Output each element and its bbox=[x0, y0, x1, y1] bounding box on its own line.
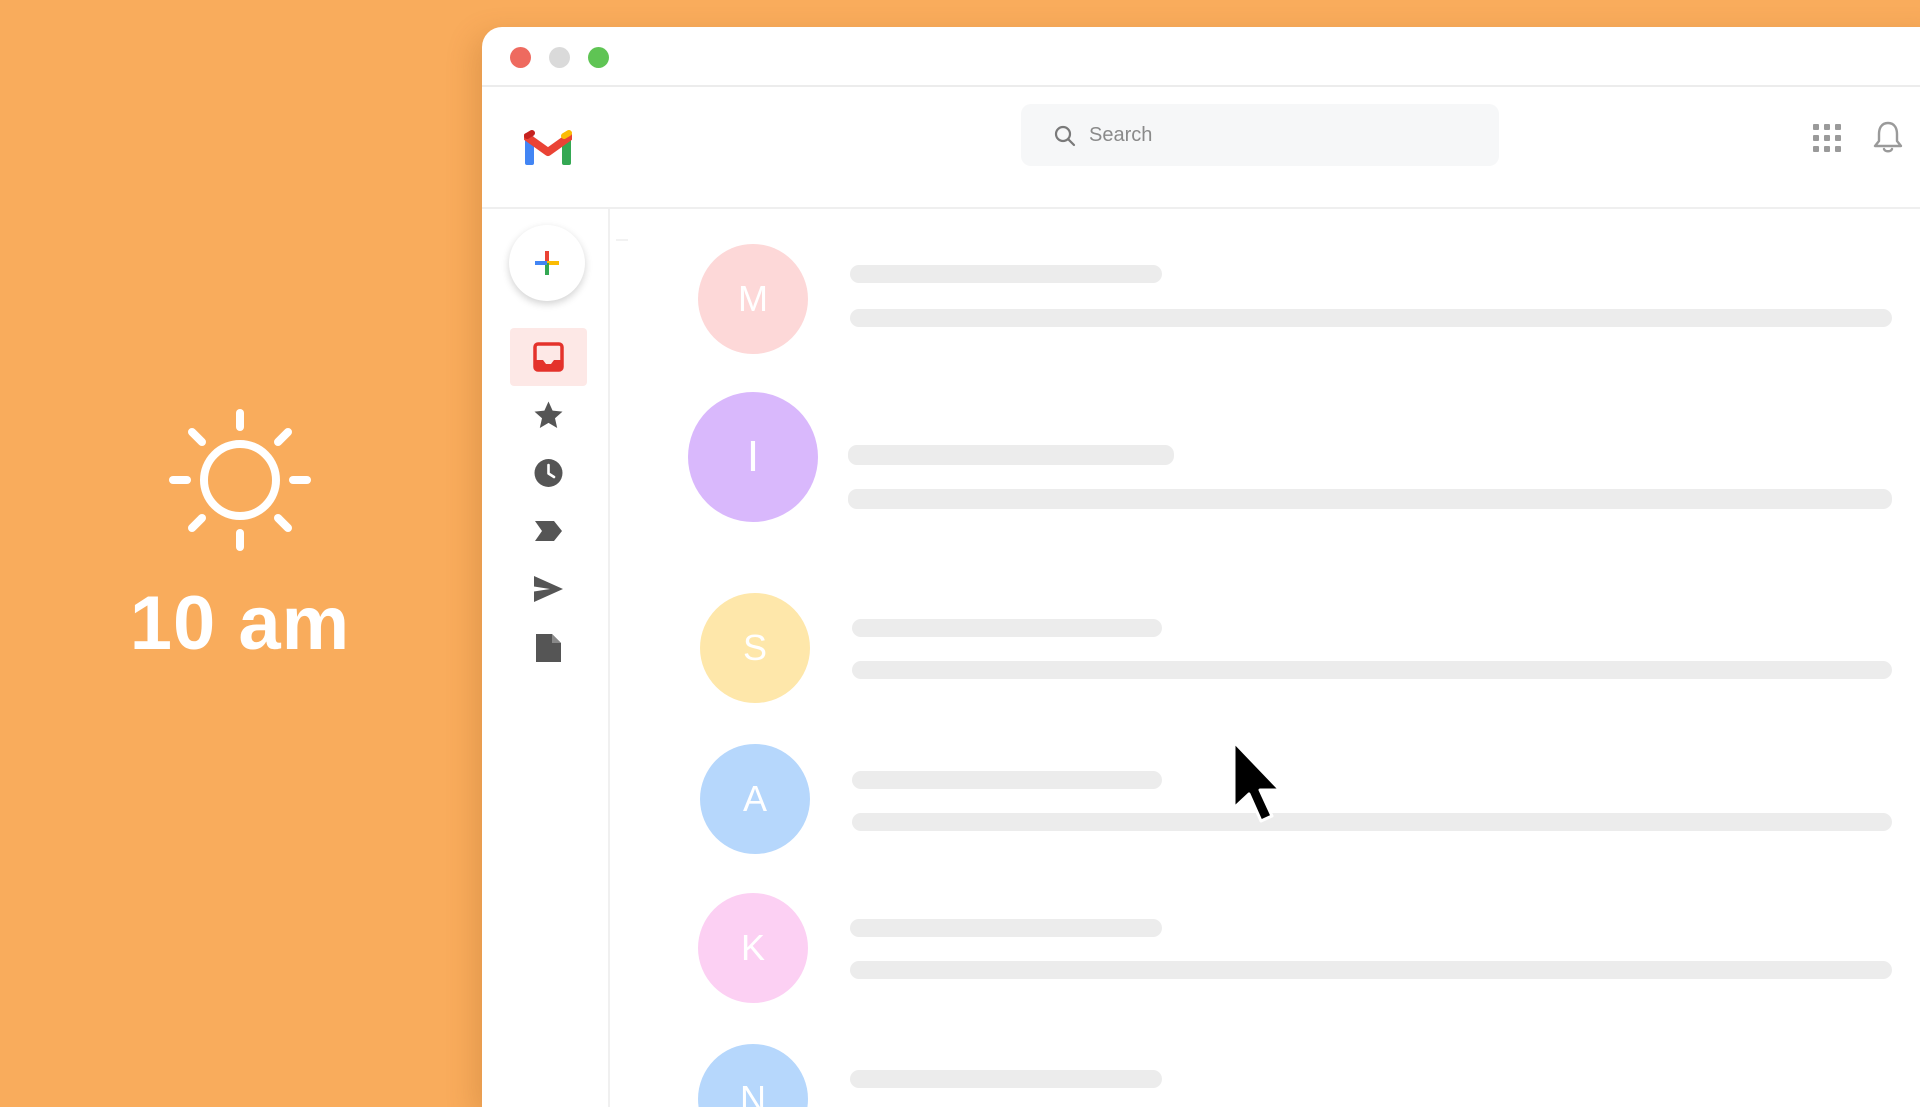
email-row[interactable]: I bbox=[610, 377, 1920, 522]
plus-icon bbox=[535, 251, 559, 275]
avatar: M bbox=[698, 244, 808, 354]
window-titlebar bbox=[482, 27, 1920, 87]
compose-button[interactable] bbox=[509, 225, 585, 301]
minimize-window-button[interactable] bbox=[549, 47, 570, 68]
email-sender-placeholder bbox=[848, 445, 1174, 465]
sidebar-item-drafts[interactable] bbox=[510, 618, 587, 676]
maximize-window-button[interactable] bbox=[588, 47, 609, 68]
email-preview-placeholder bbox=[850, 309, 1892, 327]
gmail-logo[interactable] bbox=[524, 130, 572, 166]
email-list: M I S A K N bbox=[610, 209, 1920, 1107]
inbox-icon bbox=[533, 342, 564, 372]
email-row[interactable]: S bbox=[610, 567, 1920, 707]
sidebar-item-inbox[interactable] bbox=[510, 328, 587, 386]
sidebar-item-starred[interactable] bbox=[510, 386, 587, 444]
email-sender-placeholder bbox=[850, 919, 1162, 937]
email-preview-placeholder bbox=[852, 661, 1892, 679]
email-sender-placeholder bbox=[850, 265, 1162, 283]
search-icon bbox=[1054, 125, 1076, 147]
email-row[interactable]: M bbox=[610, 227, 1920, 367]
close-window-button[interactable] bbox=[510, 47, 531, 68]
email-row[interactable]: N bbox=[610, 1017, 1920, 1107]
avatar: A bbox=[700, 744, 810, 854]
avatar: N bbox=[698, 1044, 808, 1107]
avatar: I bbox=[688, 392, 818, 522]
apps-grid-icon[interactable] bbox=[1812, 123, 1842, 153]
star-icon bbox=[534, 401, 563, 428]
sidebar-item-important[interactable] bbox=[510, 502, 587, 560]
avatar: K bbox=[698, 893, 808, 1003]
email-row[interactable]: K bbox=[610, 867, 1920, 1007]
app-header: Search bbox=[482, 87, 1920, 209]
avatar: S bbox=[700, 593, 810, 703]
sidebar bbox=[482, 209, 610, 1107]
app-window: Search M I S A K N bbox=[482, 27, 1920, 1107]
sun-icon bbox=[169, 409, 311, 551]
mouse-cursor-icon bbox=[1232, 740, 1282, 823]
sidebar-item-snoozed[interactable] bbox=[510, 444, 587, 502]
time-label: 10 am bbox=[129, 581, 351, 666]
sidebar-item-sent[interactable] bbox=[510, 560, 587, 618]
bell-icon[interactable] bbox=[1872, 120, 1904, 154]
email-sender-placeholder bbox=[850, 1070, 1162, 1088]
email-preview-placeholder bbox=[852, 813, 1892, 831]
time-panel: 10 am bbox=[0, 0, 480, 1080]
label-icon bbox=[535, 521, 562, 541]
email-sender-placeholder bbox=[852, 771, 1162, 789]
document-icon bbox=[536, 634, 561, 662]
email-preview-placeholder bbox=[848, 489, 1892, 509]
clock-icon bbox=[534, 459, 563, 487]
search-input[interactable]: Search bbox=[1089, 124, 1152, 147]
email-preview-placeholder bbox=[850, 961, 1892, 979]
send-icon bbox=[534, 576, 563, 602]
search-box[interactable]: Search bbox=[1021, 104, 1499, 166]
email-sender-placeholder bbox=[852, 619, 1162, 637]
